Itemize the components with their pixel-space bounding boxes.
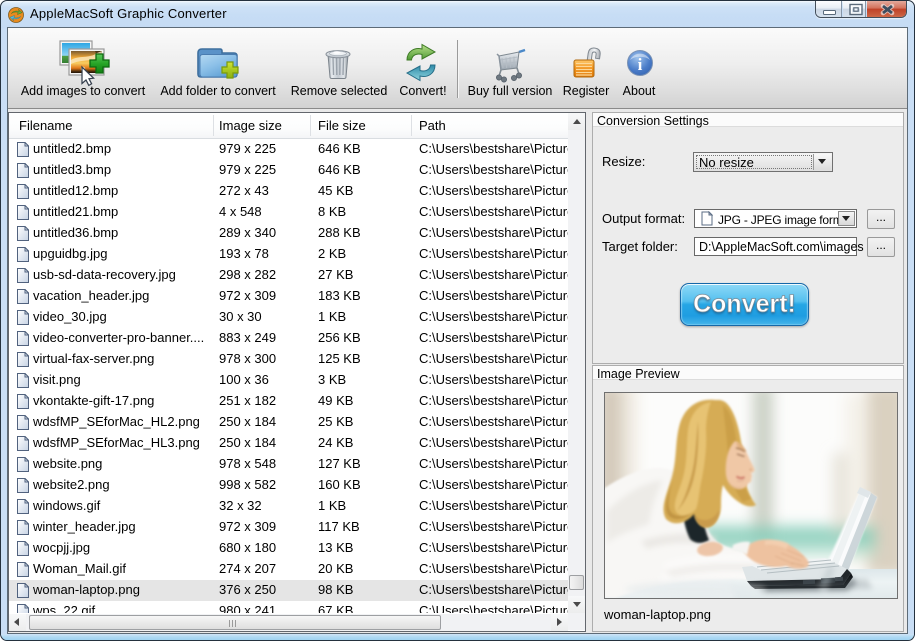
svg-text:i: i [638, 55, 643, 74]
